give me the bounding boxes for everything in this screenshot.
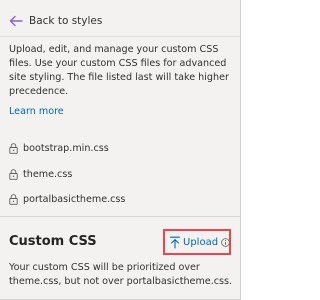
- section-divider: [0, 216, 240, 217]
- lock-icon: [9, 168, 18, 180]
- css-file-name: theme.css: [23, 168, 73, 180]
- back-arrow-icon: [9, 15, 23, 27]
- custom-css-heading: Custom CSS: [9, 234, 97, 249]
- lock-icon: [9, 193, 18, 205]
- lock-icon: [9, 142, 18, 154]
- css-file-item-portalbasictheme[interactable]: portalbasictheme.css: [9, 191, 125, 207]
- upload-button[interactable]: Upload: [163, 229, 231, 255]
- css-file-name: bootstrap.min.css: [23, 142, 109, 154]
- css-file-item-theme[interactable]: theme.css: [9, 166, 72, 182]
- learn-more-link[interactable]: Learn more: [9, 105, 64, 119]
- back-to-styles-label: Back to styles: [29, 15, 103, 27]
- upload-label: Upload: [183, 236, 219, 248]
- upload-icon: [169, 236, 181, 249]
- css-file-name: portalbasictheme.css: [23, 193, 126, 205]
- back-to-styles-link[interactable]: Back to styles: [9, 12, 102, 30]
- styles-panel: Back to styles Upload, edit, and manage …: [0, 0, 241, 300]
- css-file-item-bootstrap[interactable]: bootstrap.min.css: [9, 140, 109, 156]
- header-divider: [0, 36, 240, 37]
- custom-css-priority-note: Your custom CSS will be prioritized over…: [9, 262, 233, 287]
- css-files-description: Upload, edit, and manage your custom CSS…: [9, 44, 229, 97]
- info-icon[interactable]: [218, 237, 230, 247]
